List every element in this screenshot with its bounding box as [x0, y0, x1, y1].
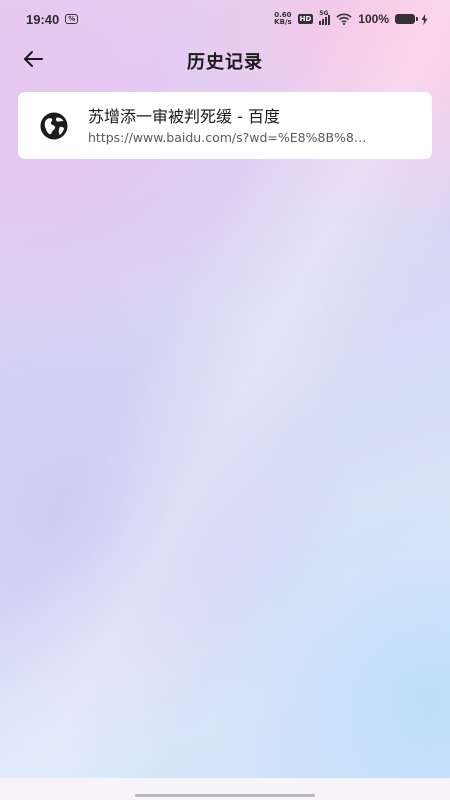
history-item-text: 苏增添一审被判死缓 - 百度 https://www.baidu.com/s?w… [88, 106, 418, 146]
globe-icon [38, 110, 70, 142]
charging-icon [421, 10, 428, 29]
status-left: 19:40 % [26, 11, 79, 27]
signal-bar [319, 21, 322, 25]
network-speed-unit: KB/s [274, 18, 292, 26]
app-header: 历史记录 [0, 40, 450, 80]
signal-bar [328, 15, 331, 25]
history-item-url: https://www.baidu.com/s?wd=%E8%8B%8… [88, 129, 367, 145]
hd-icon: HD [297, 14, 314, 24]
network-speed: 0.60 KB/s [274, 12, 291, 26]
page-title: 历史记录 [187, 52, 263, 73]
battery-icon [395, 14, 418, 24]
history-item[interactable]: 苏增添一审被判死缓 - 百度 https://www.baidu.com/s?w… [18, 92, 432, 159]
signal-bar [325, 17, 328, 25]
status-bar: 19:40 % 0.60 KB/s HD 5G 100% [0, 0, 450, 38]
wifi-icon [336, 10, 352, 29]
system-nav-bar [0, 778, 450, 800]
history-item-title: 苏增添一审被判死缓 - 百度 [88, 106, 280, 126]
history-list: 苏增添一审被判死缓 - 百度 https://www.baidu.com/s?w… [18, 92, 432, 159]
cellular-signal-icon: 5G [319, 10, 331, 25]
notification-app-icon: % [65, 14, 79, 24]
home-indicator[interactable] [135, 794, 315, 797]
battery-percent: 100% [358, 12, 389, 26]
status-right: 0.60 KB/s HD 5G 100% [274, 10, 428, 29]
signal-label: 5G [319, 10, 329, 17]
signal-bar [322, 19, 325, 25]
status-time: 19:40 [26, 11, 60, 27]
